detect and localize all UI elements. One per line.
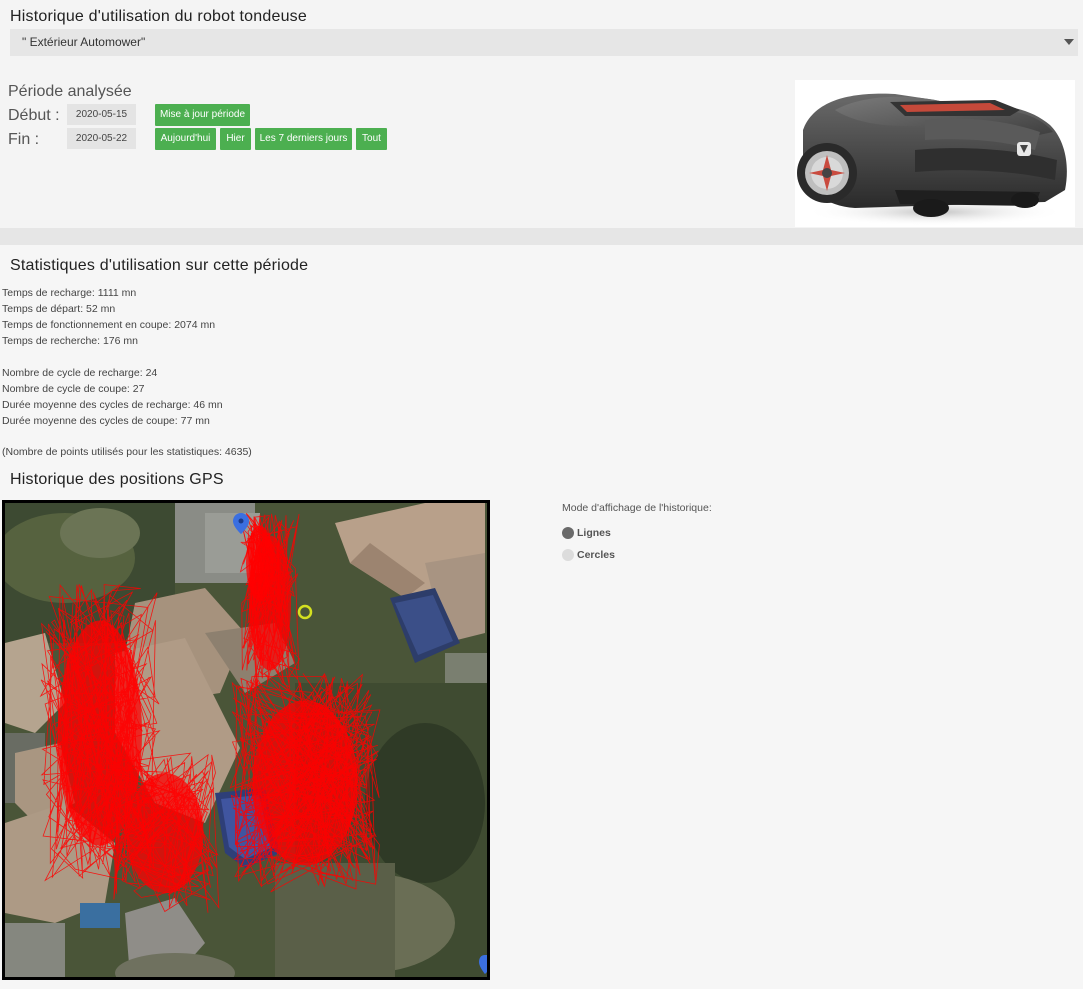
gps-map-viewport[interactable] <box>5 503 487 977</box>
today-button[interactable]: Aujourd'hui <box>155 128 216 150</box>
last-7-days-button[interactable]: Les 7 derniers jours <box>255 128 352 150</box>
stats-title: Statistiques d'utilisation sur cette pér… <box>10 257 309 274</box>
display-mode-title: Mode d'affichage de l'historique: <box>562 502 712 514</box>
radio-selected-icon[interactable] <box>562 527 574 539</box>
start-label: Début : <box>8 107 60 124</box>
stat-point-count: (Nombre de points utilisés pour les stat… <box>2 446 252 458</box>
gps-title: Historique des positions GPS <box>10 471 224 488</box>
mode-label-lines: Lignes <box>577 527 611 539</box>
end-label: Fin : <box>8 131 40 148</box>
section-separator <box>0 228 1083 245</box>
yesterday-button[interactable]: Hier <box>220 128 251 150</box>
stat-avg-mowing: Durée moyenne des cycles de coupe: 77 mn <box>2 415 210 427</box>
stat-recharge-time: Temps de recharge: 1111 mn <box>2 287 137 299</box>
stat-avg-recharge: Durée moyenne des cycles de recharge: 46… <box>2 399 223 411</box>
update-period-button[interactable]: Mise à jour période <box>155 104 250 126</box>
all-button[interactable]: Tout <box>356 128 387 150</box>
gps-map-canvas <box>5 503 487 977</box>
stat-recharge-cycles: Nombre de cycle de recharge: 24 <box>2 367 158 379</box>
chevron-down-icon <box>1064 39 1074 45</box>
gps-map[interactable] <box>2 500 490 980</box>
stat-departure-time: Temps de départ: 52 mn <box>2 303 116 315</box>
end-date-input[interactable]: 2020-05-22 <box>67 128 136 149</box>
start-date-input[interactable]: 2020-05-15 <box>67 104 136 125</box>
mode-label-circles: Cercles <box>577 549 615 561</box>
stat-search-time: Temps de recherche: 176 mn <box>2 335 138 347</box>
device-select-value: " Extérieur Automower" <box>22 35 146 49</box>
device-select[interactable]: " Extérieur Automower" <box>10 29 1078 56</box>
page-title: Historique d'utilisation du robot tondeu… <box>10 8 307 25</box>
stat-mowing-time: Temps de fonctionnement en coupe: 2074 m… <box>2 319 216 331</box>
mower-image <box>795 80 1075 227</box>
period-title: Période analysée <box>8 83 132 100</box>
stat-mowing-cycles: Nombre de cycle de coupe: 27 <box>2 383 145 395</box>
radio-unselected-icon[interactable] <box>562 549 574 561</box>
